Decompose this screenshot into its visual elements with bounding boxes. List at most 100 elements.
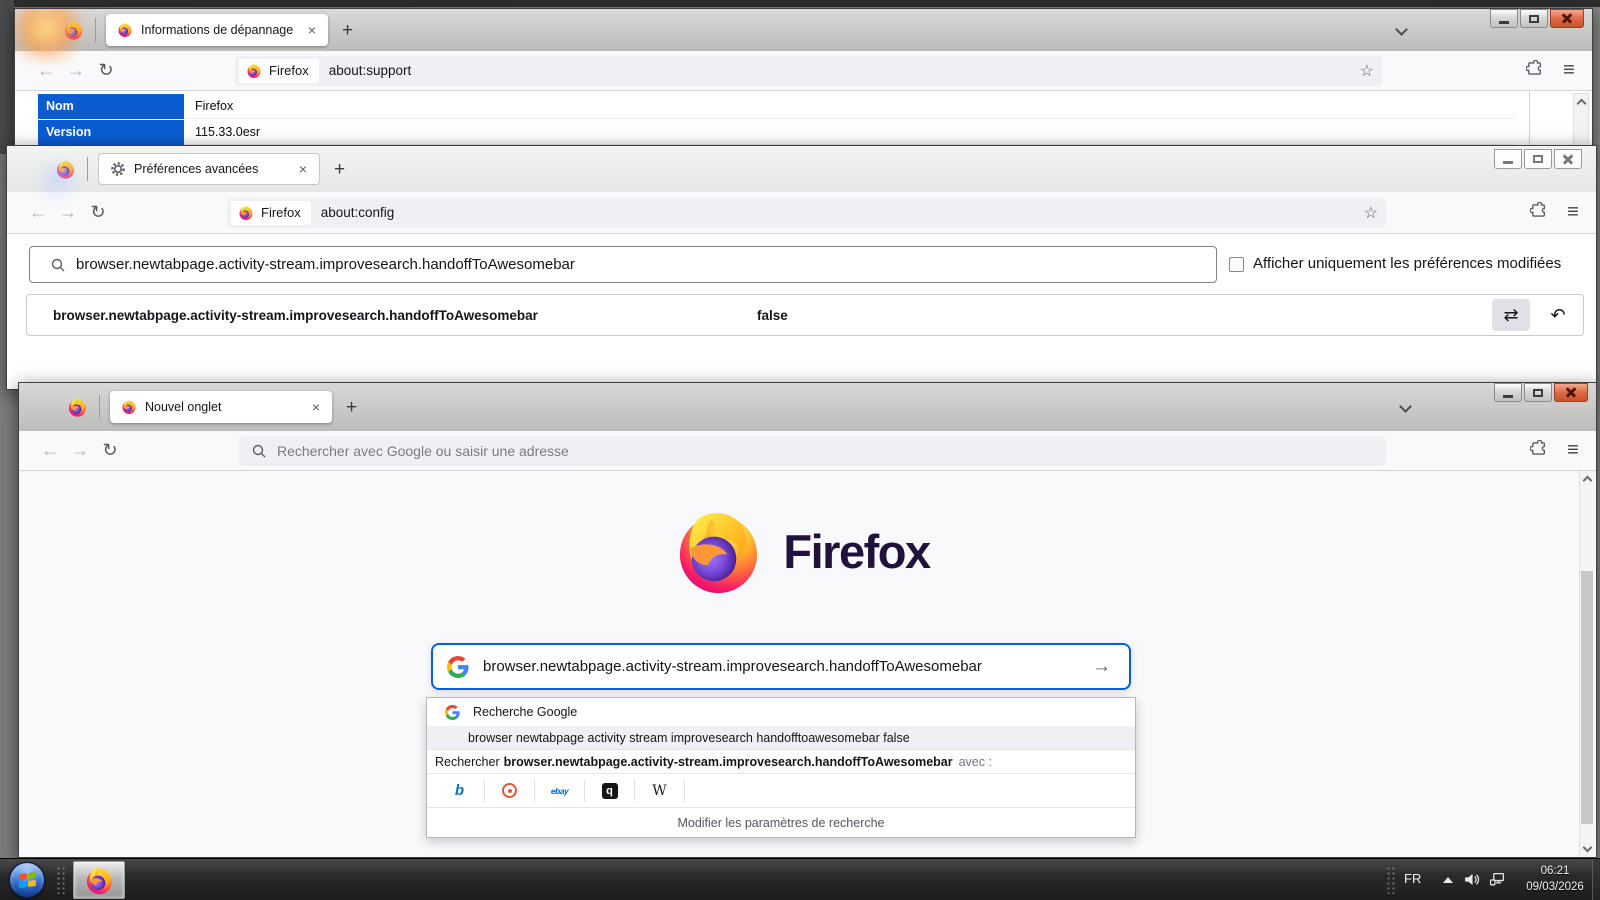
tab-overflow-chevron-icon[interactable] xyxy=(1399,400,1412,413)
forward-button[interactable]: → xyxy=(61,60,91,81)
suggestion-engine-header: Recherche Google xyxy=(427,698,1135,726)
taskbar: FR 06:21 09/03/2026 xyxy=(0,858,1600,900)
identity-chip[interactable]: Firefox xyxy=(239,58,319,83)
close-button[interactable] xyxy=(1550,9,1584,28)
tab-title: Nouvel onglet xyxy=(145,400,222,414)
show-modified-checkbox[interactable] xyxy=(1229,257,1244,272)
url-bar[interactable]: Firefox about:config ☆ xyxy=(227,197,1386,228)
pref-search-input[interactable]: browser.newtabpage.activity-stream.impro… xyxy=(29,246,1217,283)
ebay-engine-button[interactable]: ebay xyxy=(535,779,585,802)
network-icon[interactable] xyxy=(1489,871,1506,888)
app-menu-button[interactable]: ≡ xyxy=(1560,439,1586,462)
window-controls xyxy=(1490,9,1584,28)
duckduckgo-icon xyxy=(502,783,517,798)
tab-overflow-chevron-icon[interactable] xyxy=(1395,23,1408,36)
new-tab-button[interactable]: + xyxy=(342,21,353,40)
search-with-prefix: Rechercher xyxy=(435,754,500,769)
bookmark-star-icon[interactable]: ☆ xyxy=(1360,61,1374,81)
maximize-button[interactable] xyxy=(1524,149,1552,169)
firefox-taskbar-button[interactable] xyxy=(73,861,125,899)
extensions-icon[interactable] xyxy=(1521,60,1547,82)
change-search-settings-link[interactable]: Modifier les paramètres de recherche xyxy=(427,807,1135,837)
start-button[interactable] xyxy=(9,862,45,898)
show-desktop-button[interactable] xyxy=(1592,859,1600,900)
minimize-button[interactable] xyxy=(1490,9,1518,28)
maximize-button[interactable] xyxy=(1520,9,1548,28)
back-button[interactable]: ← xyxy=(35,440,65,461)
time: 06:21 xyxy=(1540,865,1570,877)
minimize-button[interactable] xyxy=(1494,383,1522,402)
tab-close-icon[interactable]: × xyxy=(296,161,310,177)
minimize-button[interactable] xyxy=(1494,149,1522,169)
tab-nouvel-onglet[interactable]: Nouvel onglet × xyxy=(110,391,332,423)
pref-row[interactable]: browser.newtabpage.activity-stream.impro… xyxy=(26,294,1584,336)
url-text: about:support xyxy=(328,63,412,78)
window-support: Informations de dépannage × + ← → ↻ Fire… xyxy=(14,8,1593,148)
reset-pref-button[interactable]: ↶ xyxy=(1539,299,1577,331)
maximize-button[interactable] xyxy=(1524,383,1552,402)
extensions-icon[interactable] xyxy=(1525,202,1551,224)
new-tab-button[interactable]: + xyxy=(334,160,345,179)
clock[interactable]: 06:21 09/03/2026 xyxy=(1516,863,1594,895)
toggle-pref-button[interactable]: ⇄ xyxy=(1492,299,1530,331)
bing-engine-button[interactable]: b xyxy=(435,779,485,802)
tab-informations-depannage[interactable]: Informations de dépannage × xyxy=(106,14,328,46)
back-button[interactable]: ← xyxy=(23,202,53,223)
back-button[interactable]: ← xyxy=(31,60,61,81)
wikipedia-engine-button[interactable]: W xyxy=(635,779,685,802)
divider xyxy=(99,395,100,419)
table-row: Version 115.33.0esr xyxy=(38,120,1514,145)
forward-button[interactable]: → xyxy=(53,202,83,223)
scroll-down-icon[interactable] xyxy=(1582,842,1593,853)
firefox-icon xyxy=(84,865,115,896)
close-button[interactable] xyxy=(1554,149,1582,169)
taskbar-grip xyxy=(1386,866,1397,894)
scroll-up-icon[interactable] xyxy=(1582,475,1593,486)
url-bar[interactable]: Firefox about:support ☆ xyxy=(235,55,1382,86)
qwant-engine-button[interactable]: q xyxy=(585,779,635,802)
date: 09/03/2026 xyxy=(1526,881,1584,893)
reload-button[interactable]: ↻ xyxy=(91,60,121,81)
tab-close-icon[interactable]: × xyxy=(309,399,323,415)
search-submit-icon[interactable]: → xyxy=(1092,656,1111,678)
app-menu-button[interactable]: ≡ xyxy=(1556,59,1582,82)
new-tab-button[interactable]: + xyxy=(346,398,357,417)
identity-chip[interactable]: Firefox xyxy=(231,200,311,225)
firefox-identity-icon xyxy=(246,63,262,79)
firefox-branding: Firefox xyxy=(19,504,1582,599)
reload-button[interactable]: ↻ xyxy=(83,202,113,223)
show-modified-label: Afficher uniquement les préférences modi… xyxy=(1253,255,1562,272)
taskbar-grip xyxy=(56,866,67,894)
suggestion-item[interactable]: browser newtabpage activity stream impro… xyxy=(427,726,1135,749)
tab-close-icon[interactable]: × xyxy=(305,22,319,38)
scroll-up-icon[interactable] xyxy=(1576,98,1587,109)
reload-button[interactable]: ↻ xyxy=(95,440,125,461)
windows-logo-icon xyxy=(18,871,36,889)
navigation-toolbar: ← → ↻ Firefox about:support ☆ ≡ xyxy=(15,51,1592,91)
google-icon xyxy=(447,656,469,678)
tab-strip: Nouvel onglet × + xyxy=(19,383,1596,431)
firefox-identity-icon xyxy=(238,205,254,221)
show-hidden-icons-icon[interactable] xyxy=(1443,877,1453,883)
duckduckgo-engine-button[interactable] xyxy=(485,779,535,802)
language-indicator[interactable]: FR xyxy=(1404,871,1421,886)
app-menu-button[interactable]: ≡ xyxy=(1560,201,1586,224)
newtab-search-input[interactable]: browser.newtabpage.activity-stream.impro… xyxy=(431,643,1131,690)
gear-icon xyxy=(110,161,126,177)
bookmark-star-icon[interactable]: ☆ xyxy=(1364,203,1378,223)
tab-preferences-avancees[interactable]: Préférences avancées × xyxy=(98,153,320,185)
wikipedia-icon: W xyxy=(652,782,667,799)
firefox-wordmark: Firefox xyxy=(783,525,931,578)
scrollbar[interactable] xyxy=(1579,471,1594,857)
url-bar[interactable]: Rechercher avec Google ou saisir une adr… xyxy=(239,435,1386,466)
forward-button[interactable]: → xyxy=(65,440,95,461)
extensions-icon[interactable] xyxy=(1525,440,1551,462)
suggestion-text: browser newtabpage activity stream impro… xyxy=(468,730,910,745)
volume-icon[interactable] xyxy=(1463,871,1480,888)
firefox-tab-icon xyxy=(121,399,137,415)
row-value: Firefox xyxy=(184,94,1514,119)
scrollbar[interactable] xyxy=(1573,93,1589,147)
divider xyxy=(95,18,96,42)
close-button[interactable] xyxy=(1554,383,1588,402)
scrollbar-thumb[interactable] xyxy=(1581,571,1593,824)
